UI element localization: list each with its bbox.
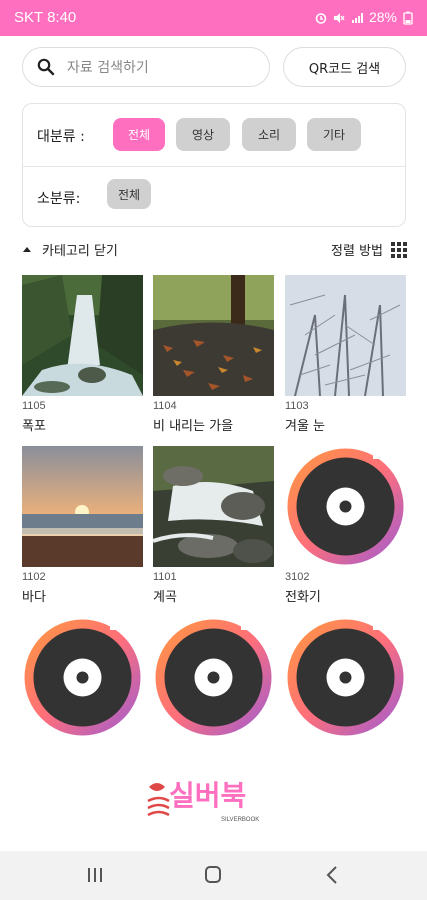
item-title: 바다 bbox=[22, 590, 46, 605]
audio-disc-icon bbox=[285, 446, 406, 567]
logo-subtext: SILVERBOOK bbox=[221, 817, 259, 823]
item-card[interactable] bbox=[22, 617, 143, 738]
caret-up-icon bbox=[23, 247, 31, 252]
item-title: 전화기 bbox=[285, 590, 321, 605]
item-code: 1104 bbox=[153, 400, 177, 412]
autumn-rain-thumbnail bbox=[153, 275, 274, 396]
major-category-row: 대분류 : 전체 영상 소리 기타 bbox=[23, 104, 405, 167]
battery-icon bbox=[403, 11, 415, 25]
logo-text: 실버북 bbox=[169, 779, 246, 812]
item-code: 3102 bbox=[285, 571, 310, 583]
audio-disc-icon bbox=[153, 617, 274, 738]
sort-control[interactable]: 정렬 방법 bbox=[331, 240, 407, 259]
item-card[interactable] bbox=[285, 617, 406, 738]
system-nav-bar bbox=[0, 851, 427, 900]
chip-minor-all[interactable]: 전체 bbox=[107, 179, 151, 209]
minor-category-row: 소분류: 전체 bbox=[23, 166, 405, 228]
category-toggle-label: 카테고리 닫기 bbox=[42, 244, 118, 259]
audio-disc-icon bbox=[22, 617, 143, 738]
item-card[interactable]: 1101 계곡 bbox=[153, 446, 274, 605]
item-card[interactable]: 1105 폭포 bbox=[22, 275, 143, 434]
item-card[interactable]: 1104 비 내리는 가을 bbox=[153, 275, 274, 434]
item-code: 1103 bbox=[285, 400, 309, 412]
sea-sunset-thumbnail bbox=[22, 446, 143, 567]
signal-icon bbox=[351, 11, 363, 23]
chip-major-all[interactable]: 전체 bbox=[113, 118, 165, 151]
item-code: 1102 bbox=[22, 571, 46, 583]
audio-disc-icon bbox=[285, 617, 406, 738]
winter-snow-thumbnail bbox=[285, 275, 406, 396]
qr-search-button[interactable]: QR코드 검색 bbox=[283, 47, 406, 87]
category-toggle[interactable]: 카테고리 닫기 bbox=[22, 240, 118, 259]
item-card[interactable] bbox=[153, 617, 274, 738]
search-box[interactable] bbox=[22, 47, 270, 87]
silverbook-logo: 실버북 SILVERBOOK bbox=[145, 775, 285, 825]
chip-major-sound[interactable]: 소리 bbox=[242, 118, 296, 151]
item-title: 계곡 bbox=[153, 590, 177, 605]
chip-major-etc[interactable]: 기타 bbox=[307, 118, 361, 151]
major-category-label: 대분류 : bbox=[37, 129, 85, 145]
category-filter-panel: 대분류 : 전체 영상 소리 기타 소분류: 전체 bbox=[22, 103, 406, 227]
alarm-icon bbox=[315, 11, 327, 24]
waterfall-thumbnail bbox=[22, 275, 143, 396]
back-icon[interactable] bbox=[318, 863, 348, 887]
valley-stream-thumbnail bbox=[153, 446, 274, 567]
home-icon[interactable] bbox=[198, 863, 228, 887]
minor-category-label: 소분류: bbox=[37, 191, 81, 207]
status-icons: 28% bbox=[315, 9, 415, 25]
status-bar: SKT 8:40 28% bbox=[0, 0, 427, 36]
item-title: 겨울 눈 bbox=[285, 419, 326, 434]
sort-label: 정렬 방법 bbox=[331, 244, 383, 259]
grid-view-icon[interactable] bbox=[391, 241, 407, 258]
mute-icon bbox=[333, 11, 345, 23]
battery-text: 28% bbox=[368, 9, 397, 25]
carrier-time: SKT 8:40 bbox=[14, 9, 77, 26]
item-code: 1101 bbox=[153, 571, 177, 583]
search-input[interactable] bbox=[65, 56, 264, 80]
search-icon bbox=[37, 58, 55, 76]
item-title: 폭포 bbox=[22, 419, 46, 434]
recent-apps-icon[interactable] bbox=[80, 863, 110, 887]
item-card[interactable]: 1102 바다 bbox=[22, 446, 143, 605]
item-title: 비 내리는 가을 bbox=[153, 419, 234, 434]
item-code: 1105 bbox=[22, 400, 46, 412]
chip-major-video[interactable]: 영상 bbox=[176, 118, 230, 151]
item-card[interactable]: 3102 전화기 bbox=[285, 446, 406, 605]
item-card[interactable]: 1103 겨울 눈 bbox=[285, 275, 406, 434]
